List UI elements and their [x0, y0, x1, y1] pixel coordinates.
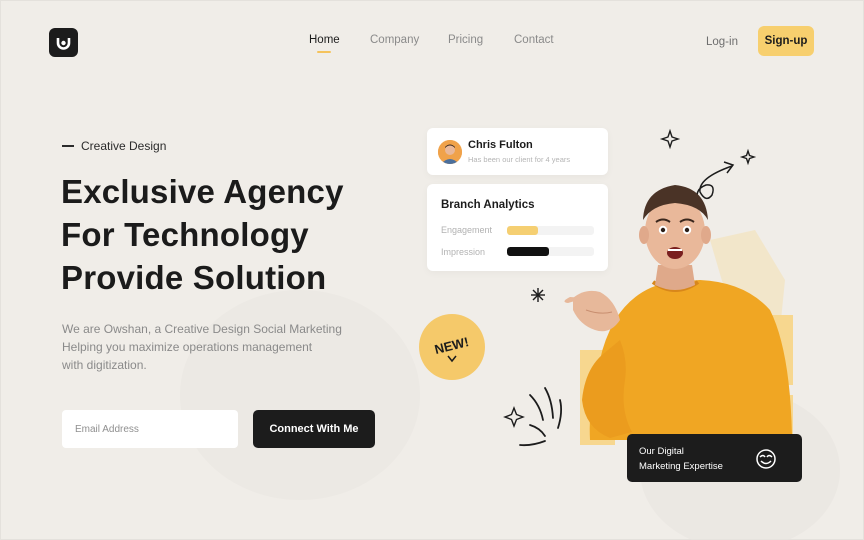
chevron-down-icon [447, 355, 457, 363]
sparkle-icon [659, 128, 681, 150]
new-badge-label: NEW! [433, 334, 470, 357]
new-badge-art: NEW! [433, 334, 470, 363]
smiley-icon [756, 449, 776, 469]
person-illustration [564, 185, 793, 445]
new-badge: NEW! [419, 314, 485, 380]
sparkle-icon [739, 148, 757, 166]
expertise-card: Our Digital Marketing Expertise [627, 434, 802, 482]
expertise-line-1: Our Digital [639, 446, 684, 457]
sparkle-icon [503, 406, 525, 428]
expertise-line-2: Marketing Expertise [639, 461, 723, 472]
expertise-text: Our Digital Marketing Expertise [639, 444, 749, 474]
hero-person-image [540, 170, 830, 470]
